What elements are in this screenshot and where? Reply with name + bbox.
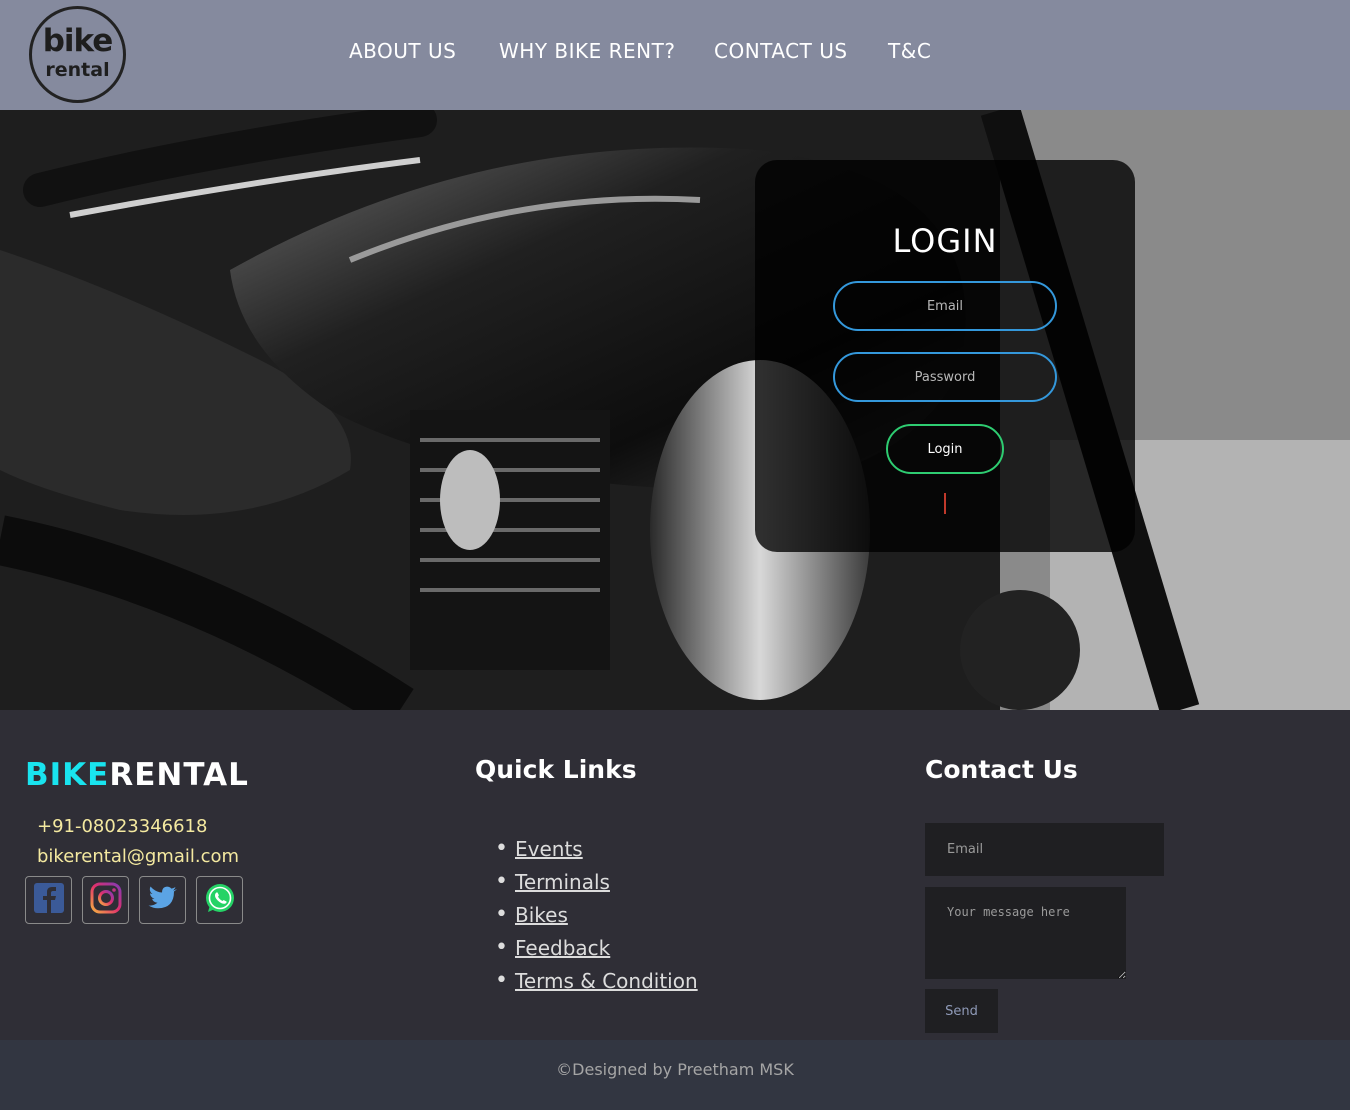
login-title: LOGIN xyxy=(892,222,998,260)
footer-brand: BIKERENTAL xyxy=(25,756,249,794)
twitter-link[interactable] xyxy=(139,876,186,924)
whatsapp-icon xyxy=(206,884,234,912)
motorcycle-photo xyxy=(0,110,1350,710)
link-feedback[interactable]: Feedback xyxy=(515,936,610,960)
login-button[interactable]: Login xyxy=(886,424,1004,474)
facebook-icon xyxy=(34,883,64,913)
contact-email: bikerental@gmail.com xyxy=(37,846,240,867)
copyright-bar: ©Designed by Preetham MSK xyxy=(0,1040,1350,1110)
message-field[interactable] xyxy=(925,887,1126,979)
logo[interactable]: bike rental xyxy=(29,6,126,103)
facebook-link[interactable] xyxy=(25,876,72,924)
whatsapp-link[interactable] xyxy=(196,876,243,924)
header: bike rental ABOUT US WHY BIKE RENT? CONT… xyxy=(0,0,1350,110)
list-item: Events xyxy=(495,835,698,868)
brand-part2: RENTAL xyxy=(109,757,249,793)
nav-terms[interactable]: T&C xyxy=(888,38,931,64)
text-cursor xyxy=(944,493,946,514)
instagram-link[interactable] xyxy=(82,876,129,924)
link-terminals[interactable]: Terminals xyxy=(515,870,610,894)
send-button[interactable]: Send xyxy=(925,989,998,1033)
list-item: Terminals xyxy=(495,868,698,901)
list-item: Terms & Condition xyxy=(495,967,698,1000)
instagram-icon xyxy=(90,882,122,914)
login-card: LOGIN Login xyxy=(755,160,1135,552)
nav-about-us[interactable]: ABOUT US xyxy=(349,38,456,64)
twitter-icon xyxy=(148,886,177,909)
quick-links-title: Quick Links xyxy=(475,755,637,784)
password-input[interactable] xyxy=(833,352,1057,402)
link-events[interactable]: Events xyxy=(515,837,583,861)
hero-section: LOGIN Login xyxy=(0,110,1350,710)
contact-us-title: Contact Us xyxy=(925,755,1078,784)
nav-contact-us[interactable]: CONTACT US xyxy=(714,38,848,64)
list-item: Feedback xyxy=(495,934,698,967)
footer: BIKERENTAL +91-08023346618 bikerental@gm… xyxy=(0,710,1350,1040)
contact-email-field[interactable] xyxy=(925,823,1164,876)
list-item: Bikes xyxy=(495,901,698,934)
quick-links-list: Events Terminals Bikes Feedback Terms & … xyxy=(495,835,698,1000)
logo-line1: bike xyxy=(42,23,114,59)
copyright-text: ©Designed by Preetham MSK xyxy=(556,1060,794,1079)
nav-why-bike-rent[interactable]: WHY BIKE RENT? xyxy=(499,38,675,64)
logo-line2: rental xyxy=(45,59,110,81)
link-terms-condition[interactable]: Terms & Condition xyxy=(515,969,698,993)
phone-number: +91-08023346618 xyxy=(37,816,208,837)
email-input[interactable] xyxy=(833,281,1057,331)
link-bikes[interactable]: Bikes xyxy=(515,903,568,927)
brand-part1: BIKE xyxy=(25,757,110,793)
